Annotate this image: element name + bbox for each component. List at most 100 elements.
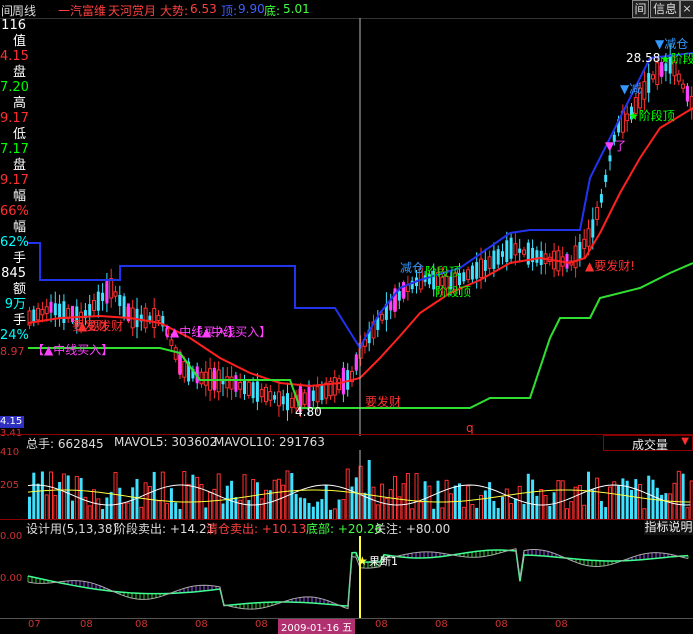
chart-annotation: q xyxy=(466,421,474,435)
volume-bar xyxy=(87,505,92,520)
volume-bar xyxy=(509,503,514,520)
chart-annotation: 28.58 xyxy=(626,51,660,65)
volume-bar xyxy=(143,482,148,520)
candle-body xyxy=(647,73,651,93)
volume-bar xyxy=(53,495,58,520)
volume-ma5: MAVOL5: 303602 xyxy=(114,435,218,449)
date-axis: 070808080808080808082009-01-16 五 xyxy=(0,619,693,634)
volume-bar xyxy=(582,504,587,520)
volume-chart[interactable] xyxy=(0,450,693,520)
volume-bar xyxy=(397,496,402,520)
volume-bar xyxy=(152,471,156,520)
volume-indicator-dropdown[interactable]: 成交量 ▼ xyxy=(603,435,693,452)
candle-body xyxy=(513,243,518,256)
volume-bar xyxy=(191,474,195,520)
indicator-name-label: 设计用(5,13,38) xyxy=(26,522,118,536)
candle-body xyxy=(243,380,246,395)
volume-bar xyxy=(367,460,371,520)
volume-bar xyxy=(543,494,548,520)
volume-bar xyxy=(40,471,44,520)
volume-bar xyxy=(131,487,135,520)
volume-bar xyxy=(556,480,561,520)
candle-body xyxy=(337,378,342,391)
candle-body xyxy=(286,393,289,411)
candle-body xyxy=(264,386,268,403)
candle-body xyxy=(259,388,264,398)
candle-body xyxy=(599,194,603,203)
candle-body xyxy=(148,315,152,321)
volume-bar xyxy=(234,497,238,520)
volume-bar xyxy=(535,495,539,520)
volume-bar xyxy=(307,502,311,520)
volume-bar xyxy=(517,485,522,520)
candle-body xyxy=(496,249,500,265)
indicator-chart[interactable]: ★ 果断1 xyxy=(0,536,693,618)
volume-bar xyxy=(504,488,509,520)
candle-body xyxy=(276,391,281,407)
close-icon[interactable]: × xyxy=(680,0,693,18)
volume-bar xyxy=(664,493,668,520)
volume-bar xyxy=(311,506,315,520)
price-axis-mid: 8.97 xyxy=(0,345,25,358)
candle-body xyxy=(302,392,307,405)
chart-annotation: ▲要发财! xyxy=(585,258,635,273)
chart-annotation: 【▲中线买入】 xyxy=(32,342,113,357)
candle-highlight xyxy=(354,354,358,371)
candle-body xyxy=(273,395,277,400)
chart-annotation: ▼减 xyxy=(620,82,641,96)
candle-body xyxy=(505,240,509,262)
volume-bar xyxy=(573,486,578,520)
candle-body xyxy=(122,296,126,318)
volume-bar xyxy=(401,483,406,520)
indicator-help-button[interactable]: 指标说明 xyxy=(644,520,693,535)
candle-body xyxy=(475,262,479,279)
indicator-header: 设计用(5,13,38) 阶段卖出: +14.21 清仓卖出: +10.13 底… xyxy=(0,520,693,536)
volume-bar xyxy=(66,475,70,520)
volume-header: 总手: 662845 MAVOL5: 303602 MAVOL10: 29176… xyxy=(0,435,693,451)
trend-value: 6.53 xyxy=(190,2,217,16)
volume-bar xyxy=(147,485,152,520)
volume-bar xyxy=(96,498,101,520)
volume-bar xyxy=(74,475,79,520)
price-chart[interactable]: 要发财【▲中线买入】【▲中线买入】▲要发财 【▲中线买入】4.80▲要发财!28.… xyxy=(0,18,693,436)
volume-bar xyxy=(36,483,40,520)
volume-bar xyxy=(591,489,595,520)
date-tick: 08 xyxy=(135,619,148,630)
candle-body xyxy=(203,371,208,386)
chart-annotation: ▼减仓 xyxy=(655,37,688,51)
volume-bar xyxy=(655,487,659,520)
chart-annotation: ▲要发财 xyxy=(78,318,123,333)
candle-body xyxy=(595,206,600,220)
candle-body xyxy=(509,237,513,259)
candle-body xyxy=(315,386,320,403)
volume-bar xyxy=(453,485,457,520)
volume-bar xyxy=(647,475,651,520)
candle-body xyxy=(479,258,483,278)
candle-body xyxy=(246,381,251,396)
chevron-down-icon: ▼ xyxy=(681,436,689,447)
candle-body xyxy=(40,308,45,316)
candle-body xyxy=(462,272,466,282)
volume-bar xyxy=(634,479,638,520)
candle-body xyxy=(492,250,496,269)
candle-body xyxy=(44,306,49,315)
period-label[interactable]: 周线 xyxy=(12,2,36,19)
candle-body xyxy=(152,308,157,328)
candle-body xyxy=(332,377,337,396)
indicator-watch: 关注: +80.00 xyxy=(374,522,451,536)
candle-body xyxy=(118,294,122,306)
candle-body xyxy=(238,382,243,390)
volume-bar xyxy=(617,485,621,520)
volume-bar xyxy=(320,499,324,520)
candle-body xyxy=(225,376,230,389)
volume-bar xyxy=(298,497,302,520)
volume-bar xyxy=(109,491,113,520)
candle-body xyxy=(397,290,401,301)
candle-body xyxy=(58,303,62,318)
info-button[interactable]: 信息 xyxy=(650,0,680,18)
volume-bar xyxy=(371,486,376,520)
volume-bar xyxy=(345,468,350,520)
title-bar: 间 周线 一汽富维 天河赏月 大势: 6.53 顶: 9.90 底: 5.01 … xyxy=(0,0,693,19)
period-switch-button[interactable]: 间 xyxy=(632,0,649,18)
candle-body xyxy=(199,371,204,385)
